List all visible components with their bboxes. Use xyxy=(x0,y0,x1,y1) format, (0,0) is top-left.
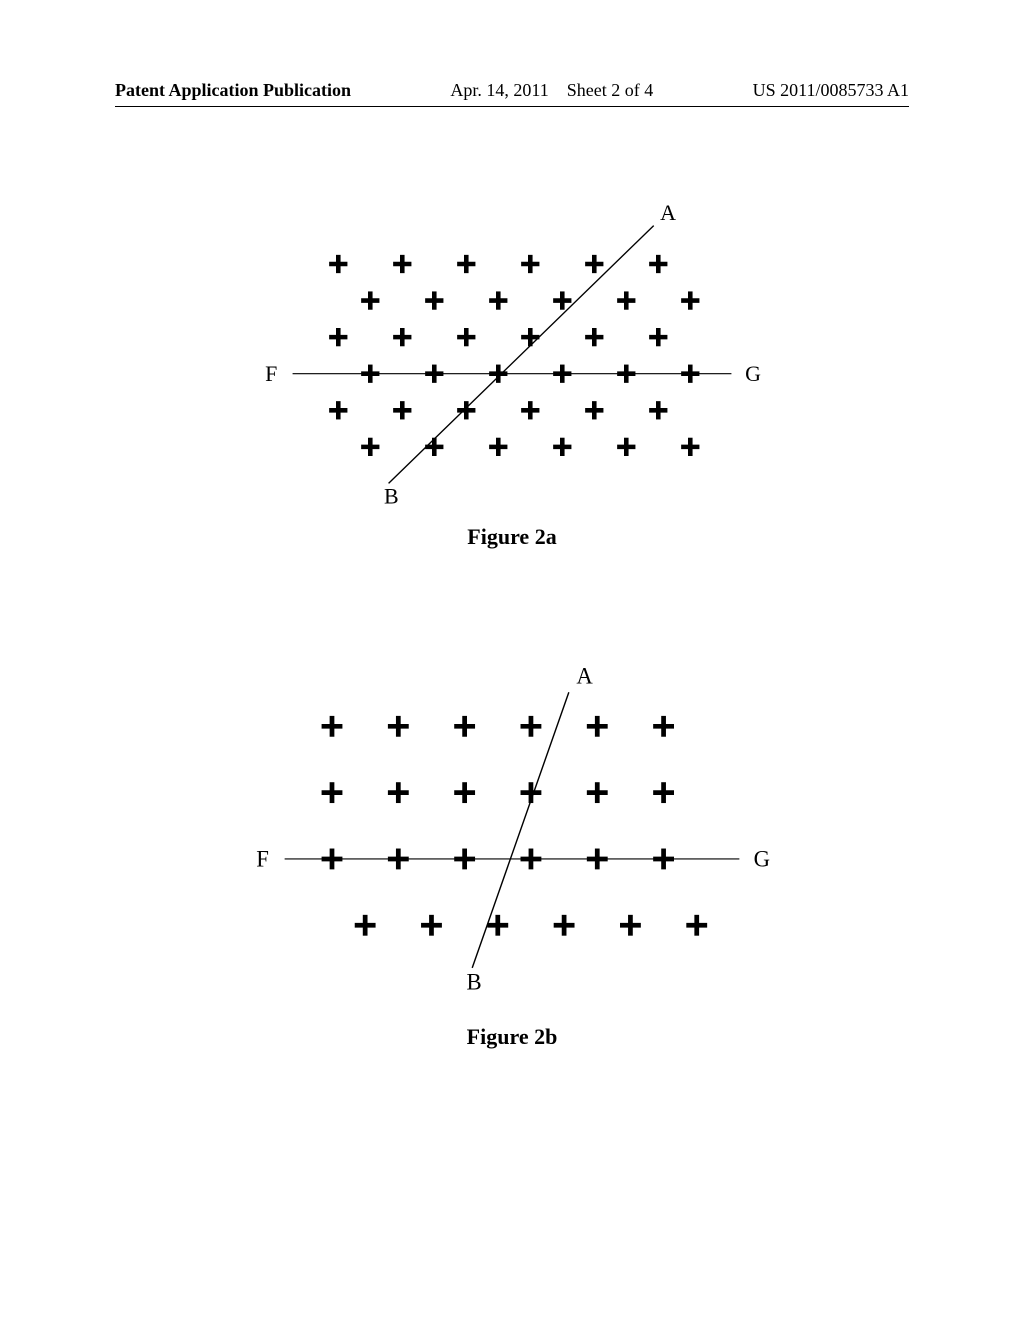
figure-2b-svg: A B F G xyxy=(212,660,812,1020)
header-center: Apr. 14, 2011 Sheet 2 of 4 xyxy=(351,80,753,101)
publication-number: US 2011/0085733 A1 xyxy=(753,80,909,101)
grid-cross-icon xyxy=(553,291,571,309)
label-a: A xyxy=(660,200,676,225)
grid-cross-icon xyxy=(489,365,507,383)
figure-2a-caption: Figure 2a xyxy=(467,524,556,550)
label-g: G xyxy=(745,361,761,386)
grid-cross-icon xyxy=(487,915,508,936)
grid-cross-icon xyxy=(617,438,635,456)
grid-cross-icon xyxy=(454,782,475,803)
grid-cross-icon xyxy=(322,716,343,737)
grid-cross-icon xyxy=(425,291,443,309)
page-header: Patent Application Publication Apr. 14, … xyxy=(115,80,909,101)
grid-cross-icon xyxy=(355,915,376,936)
grid-cross-icon xyxy=(649,255,667,273)
grid-cross-icon xyxy=(587,782,608,803)
grid-cross-icon xyxy=(457,328,475,346)
grid-cross-icon xyxy=(361,365,379,383)
figure-2a-svg: A B F G xyxy=(212,200,812,520)
grid-cross-icon xyxy=(361,291,379,309)
page: Patent Application Publication Apr. 14, … xyxy=(0,0,1024,1320)
grid-cross-icon xyxy=(620,915,641,936)
grid-cross-icon xyxy=(322,849,343,870)
grid-cross-icon xyxy=(553,365,571,383)
grid-cross-icon xyxy=(388,782,409,803)
grid-cross-icon xyxy=(553,438,571,456)
grid-cross-icon xyxy=(521,255,539,273)
grid-cross-icon xyxy=(457,255,475,273)
grid-cross-icon xyxy=(587,849,608,870)
grid-cross-icon xyxy=(653,716,674,737)
grid-cross-icon xyxy=(649,328,667,346)
grid-cross-icon xyxy=(361,438,379,456)
grid-cross-icon xyxy=(585,255,603,273)
grid-cross-icon xyxy=(681,438,699,456)
label-f: F xyxy=(256,847,269,872)
figure-2b-caption: Figure 2b xyxy=(467,1024,558,1050)
sheet-number: Sheet 2 of 4 xyxy=(567,80,653,100)
figure-2a: A B F G Figure 2a xyxy=(0,200,1024,550)
label-f: F xyxy=(265,361,277,386)
grid-cross-icon xyxy=(329,401,347,419)
grid-cross-icon xyxy=(388,849,409,870)
grid-cross-icon xyxy=(521,716,542,737)
grid-cross-icon xyxy=(421,915,442,936)
grid-cross-icon xyxy=(388,716,409,737)
figure-2b: A B F G Figure 2b xyxy=(0,660,1024,1050)
grid-cross-icon xyxy=(322,782,343,803)
header-rule xyxy=(115,106,909,107)
grid-cross-icon xyxy=(454,716,475,737)
grid-cross-icon xyxy=(521,849,542,870)
publication-date: Apr. 14, 2011 xyxy=(450,80,548,100)
label-b: B xyxy=(467,970,482,995)
grid-cross-icon xyxy=(681,365,699,383)
grid-cross-icon xyxy=(681,291,699,309)
grid-cross-icon xyxy=(653,782,674,803)
grid-cross-icon xyxy=(587,716,608,737)
grid-cross-icon xyxy=(489,291,507,309)
grid-cross-icon xyxy=(393,328,411,346)
grid-cross-icon xyxy=(329,328,347,346)
grid-cross-icon xyxy=(617,291,635,309)
grid-cross-icon xyxy=(425,365,443,383)
grid-cross-icon xyxy=(457,401,475,419)
grid-cross-icon xyxy=(585,328,603,346)
label-b: B xyxy=(384,484,399,509)
grid-cross-icon xyxy=(585,401,603,419)
grid-cross-icon xyxy=(425,438,443,456)
grid-cross-icon xyxy=(653,849,674,870)
publication-type: Patent Application Publication xyxy=(115,80,351,101)
grid-cross-icon xyxy=(686,915,707,936)
grid-cross-icon xyxy=(489,438,507,456)
grid-cross-icon xyxy=(554,915,575,936)
grid-cross-icon xyxy=(617,365,635,383)
label-g: G xyxy=(754,847,770,872)
grid-cross-icon xyxy=(393,401,411,419)
label-a: A xyxy=(576,664,593,689)
grid-cross-icon xyxy=(521,782,542,803)
grid-cross-icon xyxy=(521,401,539,419)
grid-cross-icon xyxy=(649,401,667,419)
grid-cross-icon xyxy=(329,255,347,273)
grid-cross-icon xyxy=(393,255,411,273)
grid-cross-icon xyxy=(521,328,539,346)
grid-cross-icon xyxy=(454,849,475,870)
